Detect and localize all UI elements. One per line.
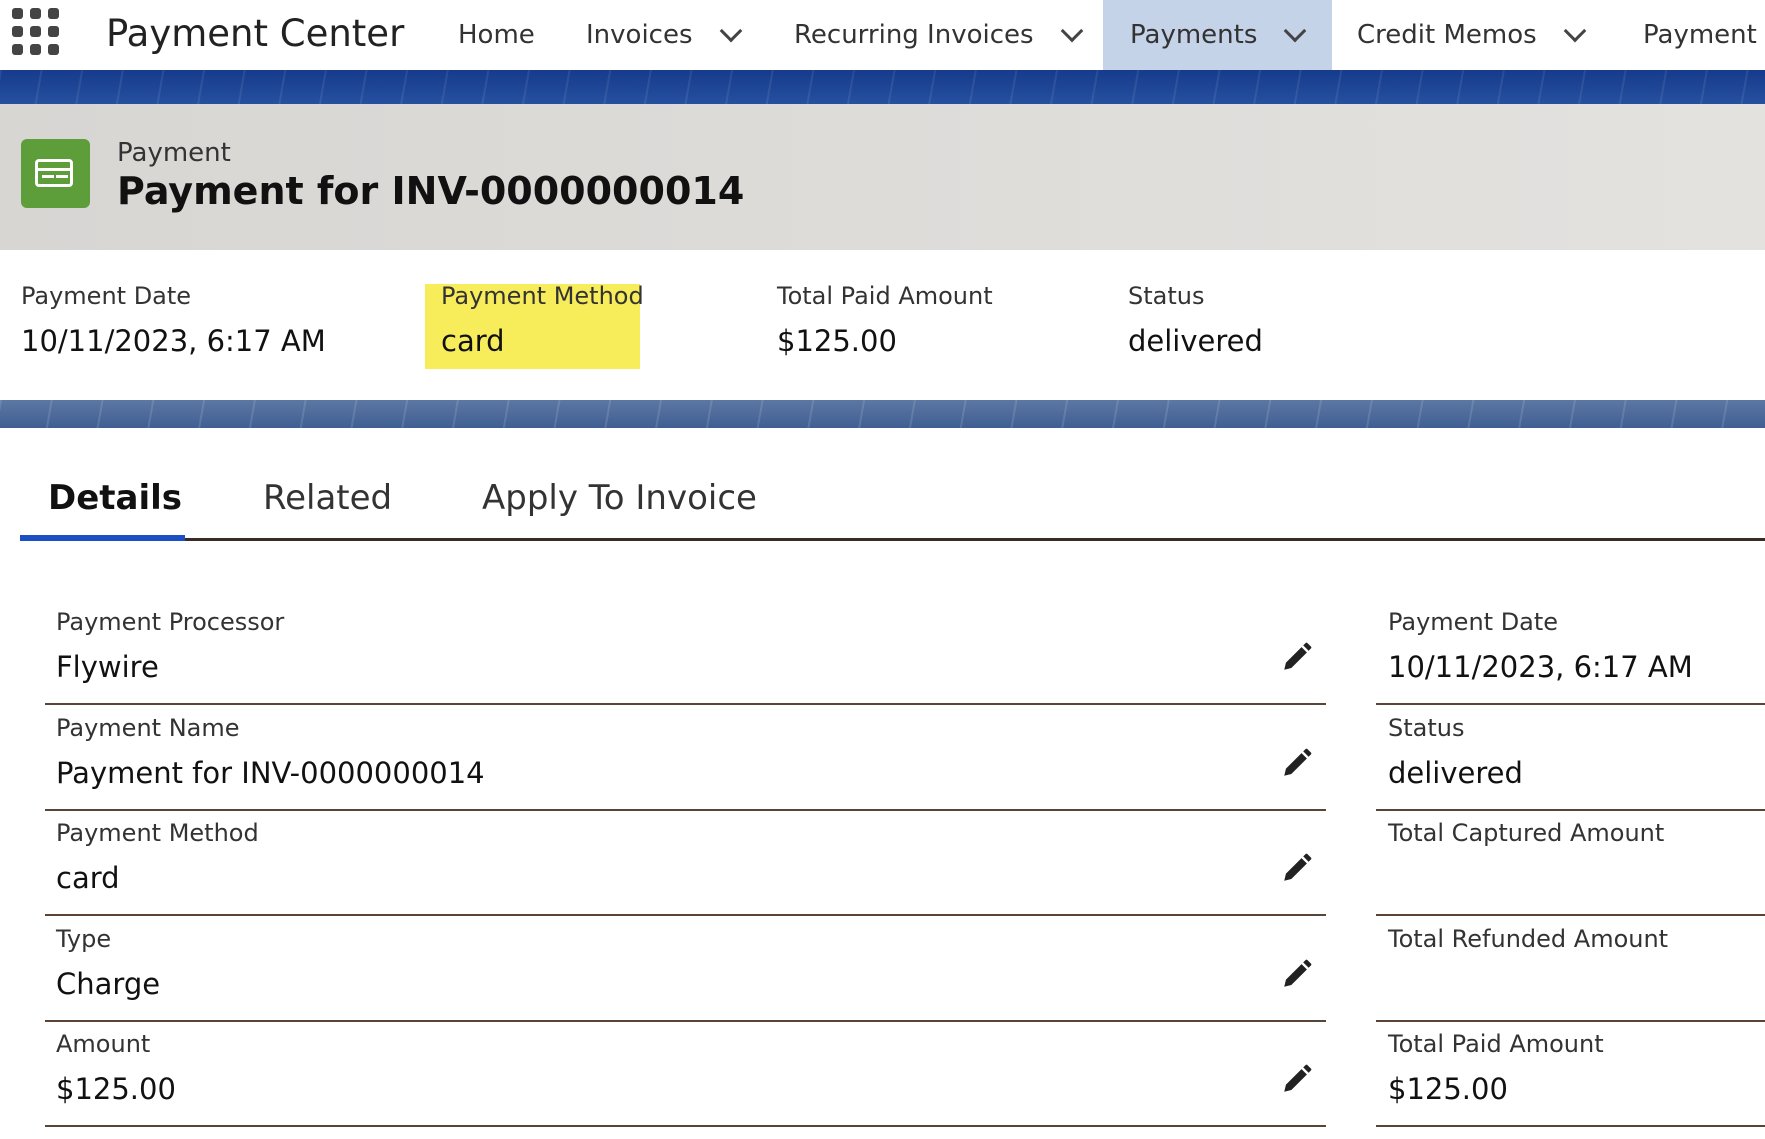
field-value: 10/11/2023, 6:17 AM bbox=[1388, 650, 1693, 684]
chevron-down-icon[interactable] bbox=[1563, 19, 1586, 43]
field-value: delivered bbox=[1128, 324, 1263, 358]
tabs-divider bbox=[20, 538, 1765, 541]
nav-label: Payments bbox=[1130, 20, 1258, 50]
field-label: Payment Date bbox=[1388, 608, 1559, 636]
field-payment-method: Payment Method card bbox=[45, 811, 1326, 916]
field-label: Status bbox=[1128, 282, 1205, 310]
highlight-total-paid: Total Paid Amount $125.00 bbox=[777, 282, 993, 358]
nav-item-recurring-invoices[interactable]: Recurring Invoices bbox=[780, 0, 1094, 70]
field-label: Type bbox=[56, 925, 112, 953]
tab-details[interactable]: Details bbox=[48, 478, 182, 518]
nav-label: Recurring Invoices bbox=[794, 20, 1034, 50]
record-title: Payment for INV-0000000014 bbox=[117, 169, 745, 213]
field-total-paid-amount: Total Paid Amount $125.00 bbox=[1376, 1022, 1765, 1127]
field-label: Payment Method bbox=[56, 819, 259, 847]
brand-band-lower bbox=[0, 400, 1765, 428]
nav-label: Credit Memos bbox=[1357, 20, 1537, 50]
field-value: Payment for INV-0000000014 bbox=[56, 756, 485, 790]
nav-label: Payment F bbox=[1643, 20, 1765, 50]
tab-apply-to-invoice[interactable]: Apply To Invoice bbox=[482, 478, 757, 518]
nav-label: Home bbox=[458, 20, 535, 50]
active-tab-indicator bbox=[20, 535, 185, 541]
top-nav: Payment Center Home Invoices Recurring I… bbox=[0, 0, 1765, 70]
field-type: Type Charge bbox=[45, 917, 1326, 1022]
pencil-edit-icon[interactable] bbox=[1280, 640, 1314, 674]
nav-item-home[interactable]: Home bbox=[444, 0, 549, 70]
app-launcher-icon[interactable] bbox=[12, 8, 60, 56]
credit-card-icon bbox=[21, 139, 90, 208]
chevron-down-icon[interactable] bbox=[719, 19, 742, 43]
field-value: $125.00 bbox=[1388, 1072, 1508, 1106]
field-payment-processor: Payment Processor Flywire bbox=[45, 600, 1326, 705]
field-value: Flywire bbox=[56, 650, 159, 684]
field-value: card bbox=[441, 324, 505, 358]
field-label: Total Captured Amount bbox=[1388, 819, 1665, 847]
object-type: Payment bbox=[117, 138, 231, 168]
field-label: Total Paid Amount bbox=[777, 282, 993, 310]
chevron-down-icon[interactable] bbox=[1284, 19, 1307, 43]
field-value: delivered bbox=[1388, 756, 1523, 790]
pencil-edit-icon[interactable] bbox=[1280, 851, 1314, 885]
tab-related[interactable]: Related bbox=[263, 478, 392, 518]
field-label: Payment Method bbox=[441, 282, 644, 310]
pencil-edit-icon[interactable] bbox=[1280, 1062, 1314, 1096]
field-label: Payment Name bbox=[56, 714, 240, 742]
chevron-down-icon[interactable] bbox=[1060, 19, 1083, 43]
field-value: 10/11/2023, 6:17 AM bbox=[21, 324, 326, 358]
highlight-payment-date: Payment Date 10/11/2023, 6:17 AM bbox=[21, 282, 326, 358]
field-value: card bbox=[56, 861, 120, 895]
pencil-edit-icon[interactable] bbox=[1280, 957, 1314, 991]
highlight-status: Status delivered bbox=[1128, 282, 1263, 358]
field-total-captured-amount: Total Captured Amount bbox=[1376, 811, 1765, 916]
field-payment-date: Payment Date 10/11/2023, 6:17 AM bbox=[1376, 600, 1765, 705]
field-amount: Amount $125.00 bbox=[45, 1022, 1326, 1127]
field-status: Status delivered bbox=[1376, 706, 1765, 811]
field-value: Charge bbox=[56, 967, 161, 1001]
field-label: Payment Date bbox=[21, 282, 192, 310]
pencil-edit-icon[interactable] bbox=[1280, 746, 1314, 780]
field-label: Status bbox=[1388, 714, 1465, 742]
nav-item-payment-more[interactable]: Payment F bbox=[1629, 0, 1765, 70]
field-value: $125.00 bbox=[777, 324, 897, 358]
field-label: Total Paid Amount bbox=[1388, 1030, 1604, 1058]
brand-band bbox=[0, 70, 1765, 104]
app-name: Payment Center bbox=[106, 12, 405, 55]
field-value: $125.00 bbox=[56, 1072, 176, 1106]
nav-item-invoices[interactable]: Invoices bbox=[572, 0, 753, 70]
field-label: Amount bbox=[56, 1030, 151, 1058]
field-total-refunded-amount: Total Refunded Amount bbox=[1376, 917, 1765, 1022]
field-payment-name: Payment Name Payment for INV-0000000014 bbox=[45, 706, 1326, 811]
nav-item-credit-memos[interactable]: Credit Memos bbox=[1343, 0, 1597, 70]
nav-item-payments[interactable]: Payments bbox=[1103, 0, 1332, 70]
highlight-payment-method: Payment Method card bbox=[441, 282, 644, 358]
field-label: Total Refunded Amount bbox=[1388, 925, 1669, 953]
field-label: Payment Processor bbox=[56, 608, 285, 636]
nav-label: Invoices bbox=[586, 20, 693, 50]
